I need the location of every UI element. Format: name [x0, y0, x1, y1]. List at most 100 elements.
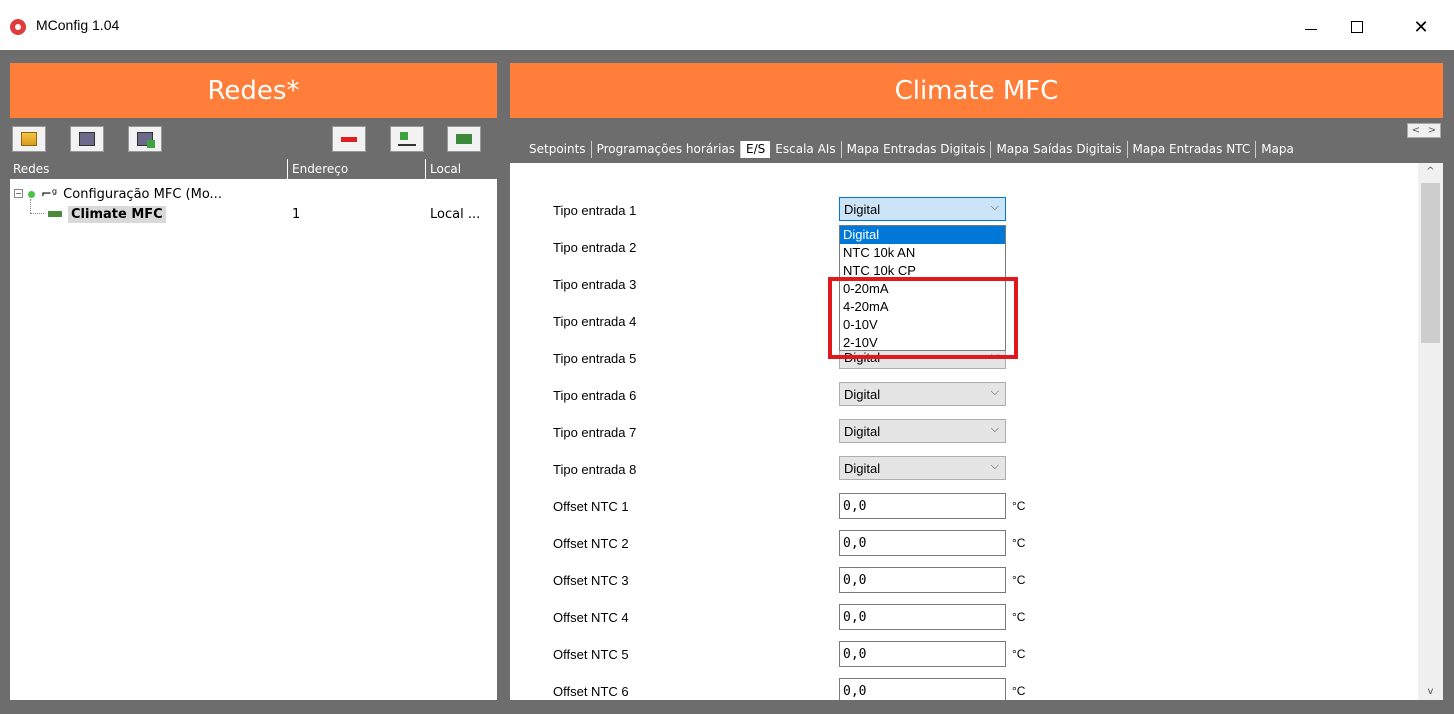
tree-item-label: Configuração MFC (Mo... [63, 186, 222, 202]
input-type-label: Tipo entrada 1 [553, 203, 637, 218]
tab-mapa[interactable]: Mapa [1256, 141, 1299, 158]
input-type-7-select[interactable]: Digital ⌵ [839, 419, 1006, 443]
column-divider[interactable] [287, 159, 288, 179]
vertical-scrollbar[interactable]: ^ v [1418, 163, 1443, 700]
offset-label: Offset NTC 4 [553, 610, 629, 625]
open-button[interactable] [12, 126, 46, 152]
close-icon: ✕ [1413, 16, 1429, 38]
minimize-icon [1305, 28, 1317, 30]
column-divider[interactable] [425, 159, 426, 179]
dropdown-option[interactable]: Digital [840, 226, 1005, 244]
network-tree: − ⌐ᵍ Configuração MFC (Mo... Climate MFC… [10, 179, 497, 700]
open-folder-icon [21, 132, 37, 146]
chevron-right-icon[interactable]: > [1428, 125, 1436, 136]
network-icon: ⌐ᵍ [41, 186, 58, 202]
tree-connector [30, 199, 31, 213]
add-device-icon [456, 134, 472, 144]
input-type-label: Tipo entrada 3 [553, 277, 637, 292]
select-value: Digital [844, 387, 881, 402]
column-header-redes[interactable]: Redes [13, 162, 49, 176]
offset-ntc-3-input[interactable]: 0,0 [839, 567, 1006, 593]
device-header: Climate MFC [510, 63, 1443, 118]
unit-label: °C [1012, 536, 1026, 550]
select-value: Digital [844, 202, 881, 217]
unit-label: °C [1012, 684, 1026, 698]
unit-label: °C [1012, 647, 1026, 661]
input-type-label: Tipo entrada 5 [553, 351, 637, 366]
add-network-button[interactable] [390, 126, 424, 152]
tree-item-device[interactable]: Climate MFC 1 Local ... [48, 204, 488, 224]
offset-label: Offset NTC 2 [553, 536, 629, 551]
tree-item-network[interactable]: ⌐ᵍ Configuração MFC (Mo... [28, 184, 222, 204]
input-type-label: Tipo entrada 4 [553, 314, 637, 329]
offset-label: Offset NTC 1 [553, 499, 629, 514]
device-icon [48, 211, 62, 217]
remove-button[interactable] [332, 126, 366, 152]
scroll-up-icon[interactable]: ^ [1418, 163, 1443, 180]
chevron-left-icon[interactable]: < [1412, 125, 1420, 136]
scroll-thumb[interactable] [1421, 183, 1440, 343]
title-bar: MConfig 1.04 ✕ [0, 0, 1454, 50]
column-header-endereco[interactable]: Endereço [292, 162, 348, 176]
chevron-down-icon: ⌵ [990, 386, 999, 398]
close-button[interactable]: ✕ [1398, 12, 1444, 42]
input-type-1-select[interactable]: Digital ⌵ [839, 197, 1006, 221]
tree-item-label: Climate MFC [68, 205, 166, 223]
dropdown-option[interactable]: NTC 10k AN [840, 244, 1005, 262]
offset-label: Offset NTC 5 [553, 647, 629, 662]
io-settings-form: Tipo entrada 1 Digital ⌵ Tipo entrada 2 … [510, 163, 1418, 700]
minimize-button[interactable] [1288, 12, 1334, 42]
tab-mapa-saidas-digitais[interactable]: Mapa Saídas Digitais [991, 141, 1128, 158]
chevron-down-icon: ⌵ [990, 201, 999, 213]
unit-label: °C [1012, 610, 1026, 624]
scroll-down-icon[interactable]: v [1418, 683, 1443, 700]
device-address: 1 [292, 206, 301, 222]
select-value: Digital [844, 424, 881, 439]
tab-strip: Setpoints Programações horárias E/S Esca… [510, 118, 1443, 163]
tree-header: Redes Endereço Local [10, 159, 497, 179]
unit-label: °C [1012, 499, 1026, 513]
offset-ntc-4-input[interactable]: 0,0 [839, 604, 1006, 630]
tab-programacoes[interactable]: Programações horárias [592, 141, 742, 158]
save-as-button[interactable] [128, 126, 162, 152]
maximize-button[interactable] [1334, 12, 1380, 42]
tree-connector [30, 213, 44, 214]
tab-list: Setpoints Programações horárias E/S Esca… [524, 141, 1299, 158]
networks-toolbar [10, 118, 497, 159]
offset-label: Offset NTC 6 [553, 684, 629, 699]
save-button[interactable] [70, 126, 104, 152]
offset-ntc-1-input[interactable]: 0,0 [839, 493, 1006, 519]
select-value: Digital [844, 461, 881, 476]
tab-escala-ais[interactable]: Escala AIs [770, 141, 842, 158]
networks-header: Redes* [10, 63, 497, 118]
status-dot-icon [28, 190, 35, 198]
app-logo-icon [10, 19, 26, 35]
device-local: Local ... [430, 206, 481, 222]
offset-label: Offset NTC 3 [553, 573, 629, 588]
tab-setpoints[interactable]: Setpoints [524, 141, 592, 158]
tab-es[interactable]: E/S [741, 141, 771, 158]
window-bottom-border [0, 700, 1454, 714]
input-type-6-select[interactable]: Digital ⌵ [839, 382, 1006, 406]
chevron-down-icon: ⌵ [990, 423, 999, 435]
input-type-label: Tipo entrada 7 [553, 425, 637, 440]
remove-icon [341, 136, 357, 142]
save-icon [79, 132, 95, 146]
offset-ntc-6-input[interactable]: 0,0 [839, 678, 1006, 700]
tab-scroll-buttons[interactable]: < > [1407, 123, 1441, 138]
annotation-highlight-box [828, 277, 1018, 359]
input-type-8-select[interactable]: Digital ⌵ [839, 456, 1006, 480]
maximize-icon [1351, 21, 1363, 33]
add-network-icon [398, 132, 416, 146]
collapse-icon[interactable]: − [14, 189, 23, 198]
offset-ntc-5-input[interactable]: 0,0 [839, 641, 1006, 667]
column-header-local[interactable]: Local [430, 162, 461, 176]
input-type-label: Tipo entrada 8 [553, 462, 637, 477]
tab-mapa-entradas-digitais[interactable]: Mapa Entradas Digitais [842, 141, 992, 158]
offset-ntc-2-input[interactable]: 0,0 [839, 530, 1006, 556]
window-title: MConfig 1.04 [36, 17, 120, 33]
add-device-button[interactable] [447, 126, 481, 152]
save-as-icon [137, 132, 155, 148]
chevron-down-icon: ⌵ [990, 460, 999, 472]
tab-mapa-entradas-ntc[interactable]: Mapa Entradas NTC [1128, 141, 1257, 158]
